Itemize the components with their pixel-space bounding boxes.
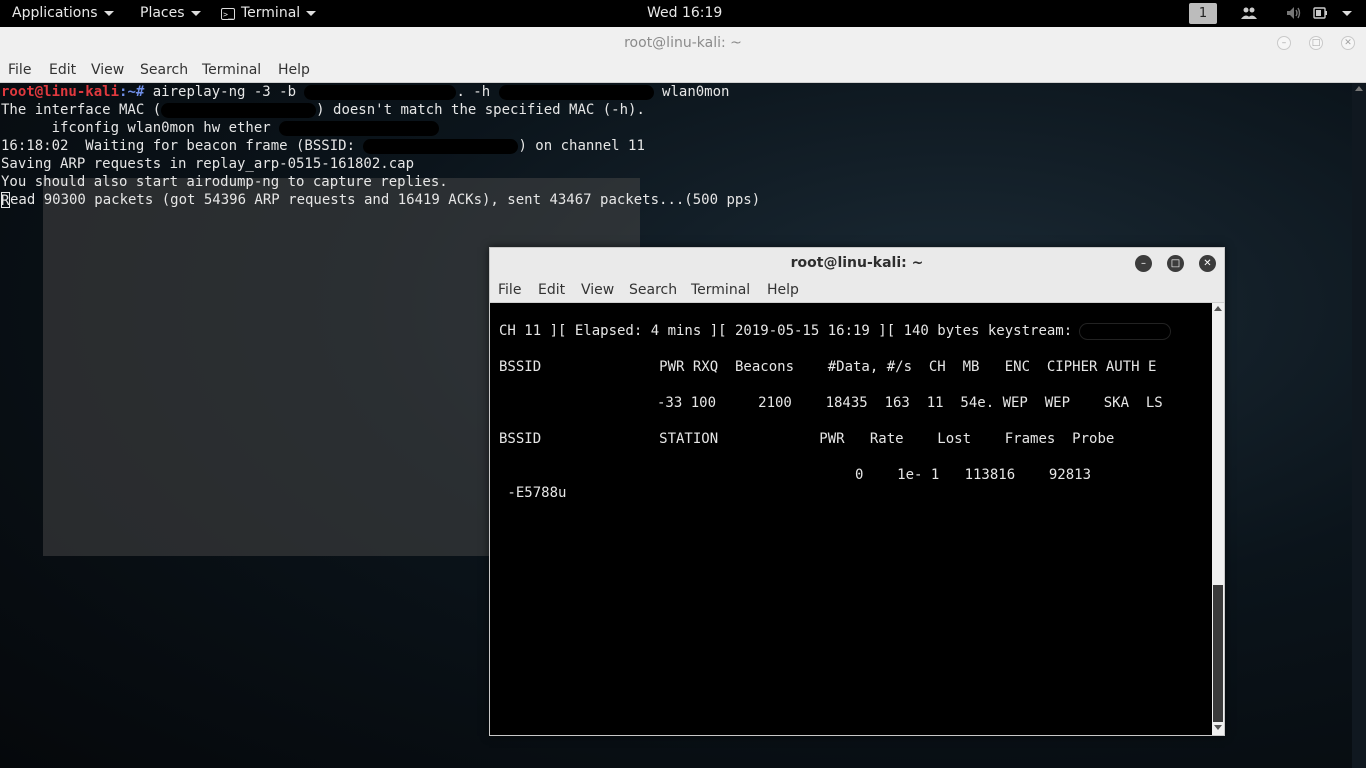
cmd-part3: wlan0mon xyxy=(653,84,730,100)
minimize-button[interactable]: – xyxy=(1277,36,1291,50)
station-header: BSSID STATION PWR Rate Lost Frames Probe xyxy=(499,431,1115,447)
cmd-part1: aireplay-ng -3 -b xyxy=(152,84,305,100)
applications-label: Applications xyxy=(12,5,98,21)
minimize-button[interactable]: – xyxy=(1135,255,1152,272)
line3: ifconfig wlan0mon hw ether xyxy=(1,120,271,136)
top-panel: Applications Places >_ Terminal Wed 16:1… xyxy=(0,0,1366,27)
station-row-values: 0 1e- 1 113816 92813 xyxy=(855,467,1092,483)
line4-a: 16:18:02 Waiting for beacon frame (BSSID… xyxy=(1,138,364,154)
command-line: root@linu-kali:~# aireplay-ng -3 -b . -h… xyxy=(1,83,729,101)
second-menubar: File Edit View Search Terminal Help xyxy=(490,279,1224,303)
redacted-mac xyxy=(161,102,317,118)
prompt-user: root@linu-kali xyxy=(1,84,120,100)
output-line-6: You should also start airodump-ng to cap… xyxy=(1,174,448,190)
terminal-app-label: Terminal xyxy=(241,5,301,21)
redacted-bssid xyxy=(499,395,657,411)
menu-search[interactable]: Search xyxy=(629,279,677,302)
terminal-app-menu[interactable]: >_ Terminal xyxy=(221,0,317,27)
clock-label: Wed 16:19 xyxy=(647,5,723,21)
output-line-7: Read 90300 packets (got 54396 ARP reques… xyxy=(1,191,760,209)
menu-help[interactable]: Help xyxy=(767,279,799,302)
redacted-bssid xyxy=(304,84,457,100)
line7: ead 90300 packets (got 54396 ARP request… xyxy=(10,192,761,208)
airodump-terminal-window: root@linu-kali: ~ – □ ✕ File Edit View S… xyxy=(489,247,1225,736)
menu-help[interactable]: Help xyxy=(278,59,310,82)
desktop: Applications Places >_ Terminal Wed 16:1… xyxy=(0,0,1366,768)
cursor-char: R xyxy=(1,193,10,209)
redacted-mac xyxy=(498,84,654,100)
line2-b: ) doesn't match the specified MAC (-h). xyxy=(316,102,645,118)
clock[interactable]: Wed 16:19 xyxy=(647,0,722,27)
menu-search[interactable]: Search xyxy=(140,59,188,82)
chevron-down-icon xyxy=(103,11,114,16)
status-line: CH 11 ][ Elapsed: 4 mins ][ 2019-05-15 1… xyxy=(499,322,1171,340)
menu-edit[interactable]: Edit xyxy=(49,59,76,82)
ap-row: -33 100 2100 18435 163 11 54e. WEP WEP S… xyxy=(499,394,1163,412)
ap-header: BSSID PWR RXQ Beacons #Data, #/s CH MB E… xyxy=(499,359,1157,375)
prompt-sep: :~# xyxy=(119,84,153,100)
close-button[interactable]: ✕ xyxy=(1199,255,1216,272)
main-scrollbar[interactable] xyxy=(1352,83,1366,768)
redacted-station xyxy=(499,467,834,483)
second-scrollbar[interactable] xyxy=(1212,303,1224,735)
text-cursor: R xyxy=(1,192,10,209)
people-icon[interactable] xyxy=(1241,6,1257,20)
output-line-5: Saving ARP requests in replay_arp-0515-1… xyxy=(1,156,415,172)
second-window-title: root@linu-kali: ~ xyxy=(790,255,924,271)
battery-icon[interactable] xyxy=(1313,6,1329,20)
menu-terminal[interactable]: Terminal xyxy=(691,279,750,302)
output-line-2: The interface MAC ( ) doesn't match the s… xyxy=(1,101,645,119)
cmd-part2: . -h xyxy=(456,84,499,100)
output-line-4: 16:18:02 Waiting for beacon frame (BSSID… xyxy=(1,137,645,155)
menu-terminal[interactable]: Terminal xyxy=(202,59,261,82)
menu-file[interactable]: File xyxy=(8,59,31,82)
menu-edit[interactable]: Edit xyxy=(538,279,565,302)
station-row: 0 1e- 1 113816 92813 xyxy=(499,466,1091,484)
places-menu[interactable]: Places xyxy=(140,0,201,27)
second-window-titlebar[interactable]: root@linu-kali: ~ – □ ✕ xyxy=(490,248,1224,279)
line2-a: The interface MAC ( xyxy=(1,102,162,118)
volume-icon[interactable] xyxy=(1286,6,1302,20)
status-text: CH 11 ][ Elapsed: 4 mins ][ 2019-05-15 1… xyxy=(499,323,1073,339)
ap-row-values: -33 100 2100 18435 163 11 54e. WEP WEP S… xyxy=(657,395,1163,411)
maximize-button[interactable]: □ xyxy=(1309,36,1323,50)
redacted-mac xyxy=(278,120,439,136)
chevron-down-icon xyxy=(190,11,201,16)
redacted-keystream xyxy=(1080,323,1171,339)
menu-file[interactable]: File xyxy=(498,279,521,302)
scroll-down-icon[interactable] xyxy=(1214,725,1222,730)
chevron-down-icon xyxy=(306,11,317,16)
close-button[interactable]: ✕ xyxy=(1341,36,1355,50)
menu-view[interactable]: View xyxy=(91,59,124,82)
scroll-up-icon[interactable] xyxy=(1355,86,1363,91)
station-probe: -E5788u xyxy=(499,485,567,501)
places-label: Places xyxy=(140,5,185,21)
main-window-titlebar[interactable]: root@linu-kali: ~ – □ ✕ xyxy=(0,27,1366,60)
line4-b: ) on channel 11 xyxy=(518,138,645,154)
workspace-indicator[interactable]: 1 xyxy=(1189,3,1217,24)
main-window-title: root@linu-kali: ~ xyxy=(624,35,742,51)
applications-menu[interactable]: Applications xyxy=(12,0,114,27)
scroll-up-icon[interactable] xyxy=(1214,306,1222,311)
menu-view[interactable]: View xyxy=(581,279,614,302)
system-menu-chevron-icon[interactable] xyxy=(1342,11,1352,16)
terminal-icon: >_ xyxy=(221,7,235,20)
scrollbar-thumb[interactable] xyxy=(1213,585,1223,722)
output-line-3: ifconfig wlan0mon hw ether xyxy=(1,119,439,137)
airodump-output[interactable]: CH 11 ][ Elapsed: 4 mins ][ 2019-05-15 1… xyxy=(490,303,1212,735)
redacted-bssid xyxy=(363,138,519,154)
main-menubar: File Edit View Search Terminal Help xyxy=(0,59,1366,83)
maximize-button[interactable]: □ xyxy=(1167,255,1184,272)
